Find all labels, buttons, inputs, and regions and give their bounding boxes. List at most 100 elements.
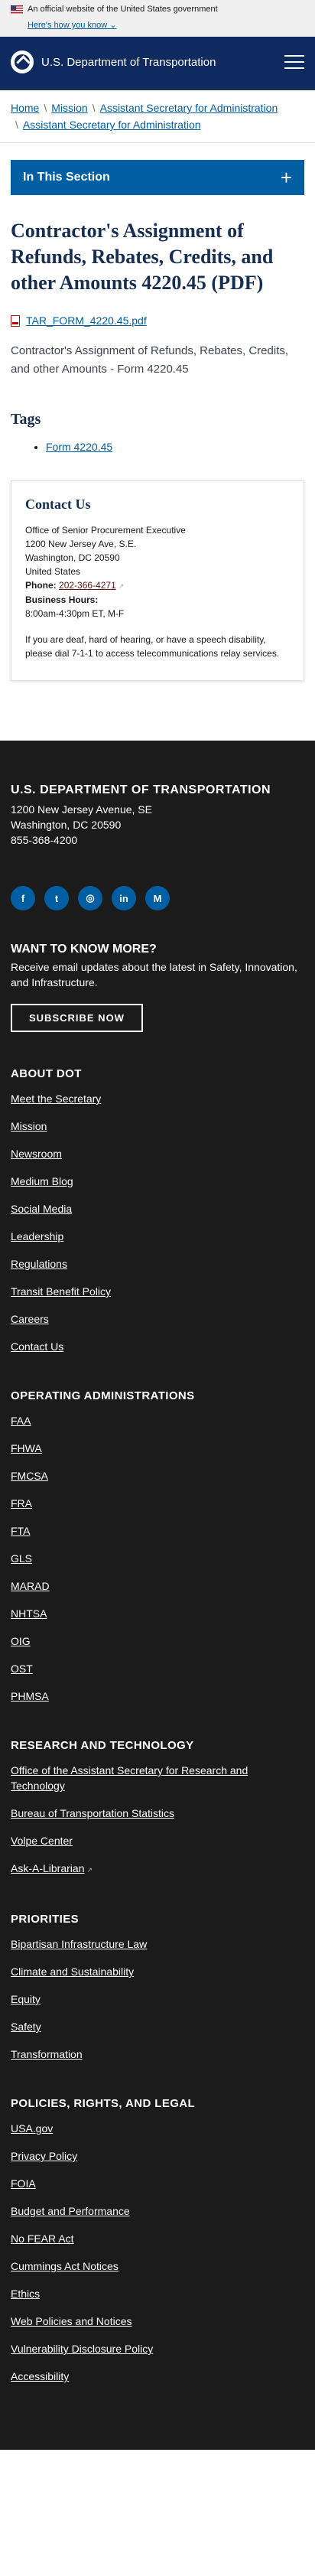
footer-link[interactable]: FHWA bbox=[11, 1442, 42, 1454]
contact-country: United States bbox=[25, 566, 81, 577]
footer-section-title: OPERATING ADMINISTRATIONS bbox=[11, 1389, 195, 1402]
us-flag-icon bbox=[11, 5, 23, 14]
footer-link-item: Transformation bbox=[11, 2047, 304, 2062]
footer-link[interactable]: Ethics bbox=[11, 2288, 40, 2300]
footer-link[interactable]: FTA bbox=[11, 1525, 30, 1537]
footer-link-list: Office of the Assistant Secretary for Re… bbox=[11, 1763, 304, 1877]
footer-link-item: Social Media bbox=[11, 1201, 304, 1216]
footer-link-item: Meet the Secretary bbox=[11, 1091, 304, 1106]
footer-section-title: POLICIES, RIGHTS, AND LEGAL bbox=[11, 2097, 196, 2110]
footer-section: PRIORITIES Bipartisan Infrastructure Law C… bbox=[11, 1913, 304, 2062]
page-description: Contractor's Assignment of Refunds, Reba… bbox=[11, 344, 289, 376]
footer-link[interactable]: Careers bbox=[11, 1313, 49, 1325]
breadcrumb-home[interactable]: Home bbox=[11, 102, 39, 114]
footer-link-item: GLS bbox=[11, 1551, 304, 1566]
footer-link-item: Office of the Assistant Secretary for Re… bbox=[11, 1763, 304, 1793]
footer-link[interactable]: Newsroom bbox=[11, 1148, 62, 1160]
footer-link-item: Web Policies and Notices bbox=[11, 2314, 304, 2329]
footer-link[interactable]: GLS bbox=[11, 1552, 32, 1565]
footer-link[interactable]: FAA bbox=[11, 1415, 31, 1427]
footer-section: POLICIES, RIGHTS, AND LEGAL USA.gov Privac… bbox=[11, 2097, 304, 2384]
footer-link[interactable]: Transit Benefit Policy bbox=[11, 1285, 111, 1298]
footer-link[interactable]: Safety bbox=[11, 2021, 41, 2033]
footer-link[interactable]: Contact Us bbox=[11, 1340, 63, 1353]
footer-link[interactable]: OST bbox=[11, 1663, 33, 1675]
footer-link[interactable]: Office of the Assistant Secretary for Re… bbox=[11, 1764, 248, 1792]
footer-link[interactable]: Medium Blog bbox=[11, 1175, 73, 1187]
footer-link[interactable]: Cummings Act Notices bbox=[11, 2260, 119, 2272]
footer-link[interactable]: PHMSA bbox=[11, 1690, 49, 1702]
footer-link[interactable]: Equity bbox=[11, 1993, 41, 2005]
footer-link[interactable]: Leadership bbox=[11, 1230, 63, 1242]
footer-link[interactable]: MARAD bbox=[11, 1580, 50, 1592]
contact-city: Washington, DC 20590 bbox=[25, 552, 120, 563]
footer-link[interactable]: Privacy Policy bbox=[11, 2150, 77, 2162]
tag-item: Form 4220.45 bbox=[46, 441, 304, 453]
footer-address: 1200 New Jersey Avenue, SE Washington, D… bbox=[11, 802, 304, 848]
breadcrumb-mission[interactable]: Mission bbox=[51, 102, 87, 114]
tag-link[interactable]: Form 4220.45 bbox=[46, 441, 112, 453]
footer-link[interactable]: No FEAR Act bbox=[11, 2232, 73, 2245]
twitter-icon[interactable]: t bbox=[44, 886, 69, 910]
footer-link[interactable]: Meet the Secretary bbox=[11, 1093, 101, 1105]
instagram-icon[interactable]: ◎ bbox=[78, 886, 102, 910]
footer-link-item: No FEAR Act bbox=[11, 2231, 304, 2246]
footer-link[interactable]: Regulations bbox=[11, 1258, 67, 1270]
footer-link[interactable]: NHTSA bbox=[11, 1607, 47, 1620]
footer-link-item: Ethics bbox=[11, 2286, 304, 2301]
menu-button[interactable] bbox=[284, 55, 304, 69]
footer-link[interactable]: Volpe Center bbox=[11, 1835, 73, 1847]
footer-link[interactable]: FMCSA bbox=[11, 1470, 48, 1482]
gov-banner: An official website of the United States… bbox=[0, 0, 315, 37]
footer-link-list: Meet the Secretary Mission Newsroom Medium … bbox=[11, 1091, 304, 1354]
footer-link[interactable]: USA.gov bbox=[11, 2122, 53, 2135]
breadcrumb-asst-sec-admin[interactable]: Assistant Secretary for Administration bbox=[100, 102, 278, 114]
pdf-file-icon bbox=[11, 314, 20, 327]
breadcrumb-asst-sec-admin-2[interactable]: Assistant Secretary for Administration bbox=[23, 119, 201, 131]
footer-link[interactable]: Budget and Performance bbox=[11, 2205, 130, 2217]
how-you-know-link[interactable]: Here's how you know ⌄ bbox=[28, 20, 117, 30]
footer-link[interactable]: Bureau of Transportation Statistics bbox=[11, 1807, 174, 1819]
footer-link[interactable]: Accessibility bbox=[11, 2370, 69, 2382]
footer-link[interactable]: Mission bbox=[11, 1120, 47, 1132]
social-links: f t ◎ in M bbox=[11, 886, 304, 910]
in-this-section-toggle[interactable]: In This Section + bbox=[11, 160, 304, 195]
footer-link[interactable]: FOIA bbox=[11, 2177, 36, 2190]
footer-section-title: RESEARCH AND TECHNOLOGY bbox=[11, 1739, 194, 1752]
facebook-icon[interactable]: f bbox=[11, 886, 35, 910]
linkedin-icon[interactable]: in bbox=[112, 886, 136, 910]
subscribe-button[interactable]: SUBSCRIBE NOW bbox=[11, 1004, 143, 1032]
footer-link[interactable]: Ask-A-Librarian bbox=[11, 1862, 84, 1874]
footer-link-item: Accessibility bbox=[11, 2369, 304, 2384]
medium-icon[interactable]: M bbox=[145, 886, 170, 910]
footer-link[interactable]: Transformation bbox=[11, 2048, 83, 2060]
footer-link[interactable]: Web Policies and Notices bbox=[11, 2315, 132, 2327]
footer-link[interactable]: Climate and Sustainability bbox=[11, 1965, 134, 1978]
phone-link[interactable]: 202-366-4271 bbox=[59, 580, 116, 591]
external-link-icon: ↗ bbox=[86, 1866, 93, 1874]
footer-link[interactable]: FRA bbox=[11, 1497, 32, 1509]
footer-link-item: FMCSA bbox=[11, 1468, 304, 1483]
footer-link-item: PHMSA bbox=[11, 1689, 304, 1704]
footer-link-item: Careers bbox=[11, 1311, 304, 1327]
site-logo[interactable]: U.S. Department of Transportation bbox=[11, 50, 216, 73]
footer-link-item: NHTSA bbox=[11, 1606, 304, 1621]
footer-link[interactable]: OIG bbox=[11, 1635, 31, 1647]
external-link-icon: ↗ bbox=[118, 582, 125, 590]
footer-link-item: Bipartisan Infrastructure Law bbox=[11, 1936, 304, 1952]
pdf-download-link[interactable]: TAR_FORM_4220.45.pdf bbox=[26, 314, 147, 327]
footer-link-list: Bipartisan Infrastructure Law Climate and… bbox=[11, 1936, 304, 2062]
footer-link[interactable]: Vulnerability Disclosure Policy bbox=[11, 2343, 153, 2355]
footer-link-item: FTA bbox=[11, 1523, 304, 1539]
site-footer: U.S. DEPARTMENT OF TRANSPORTATION 1200 N… bbox=[0, 741, 315, 2450]
footer-link[interactable]: Bipartisan Infrastructure Law bbox=[11, 1938, 147, 1950]
footer-link-item: Cummings Act Notices bbox=[11, 2258, 304, 2274]
page-title: Contractor's Assignment of Refunds, Reba… bbox=[11, 220, 274, 294]
footer-section-title: ABOUT DOT bbox=[11, 1067, 82, 1080]
footer-sections: ABOUT DOT Meet the Secretary Mission Newsro… bbox=[11, 1067, 304, 2384]
footer-link[interactable]: Social Media bbox=[11, 1203, 72, 1215]
site-header: U.S. Department of Transportation bbox=[0, 37, 315, 90]
footer-link-item: Vulnerability Disclosure Policy bbox=[11, 2341, 304, 2356]
contact-title: Contact Us bbox=[25, 497, 91, 512]
footer-link-list: USA.gov Privacy Policy FOIA Budget and Perf… bbox=[11, 2121, 304, 2384]
